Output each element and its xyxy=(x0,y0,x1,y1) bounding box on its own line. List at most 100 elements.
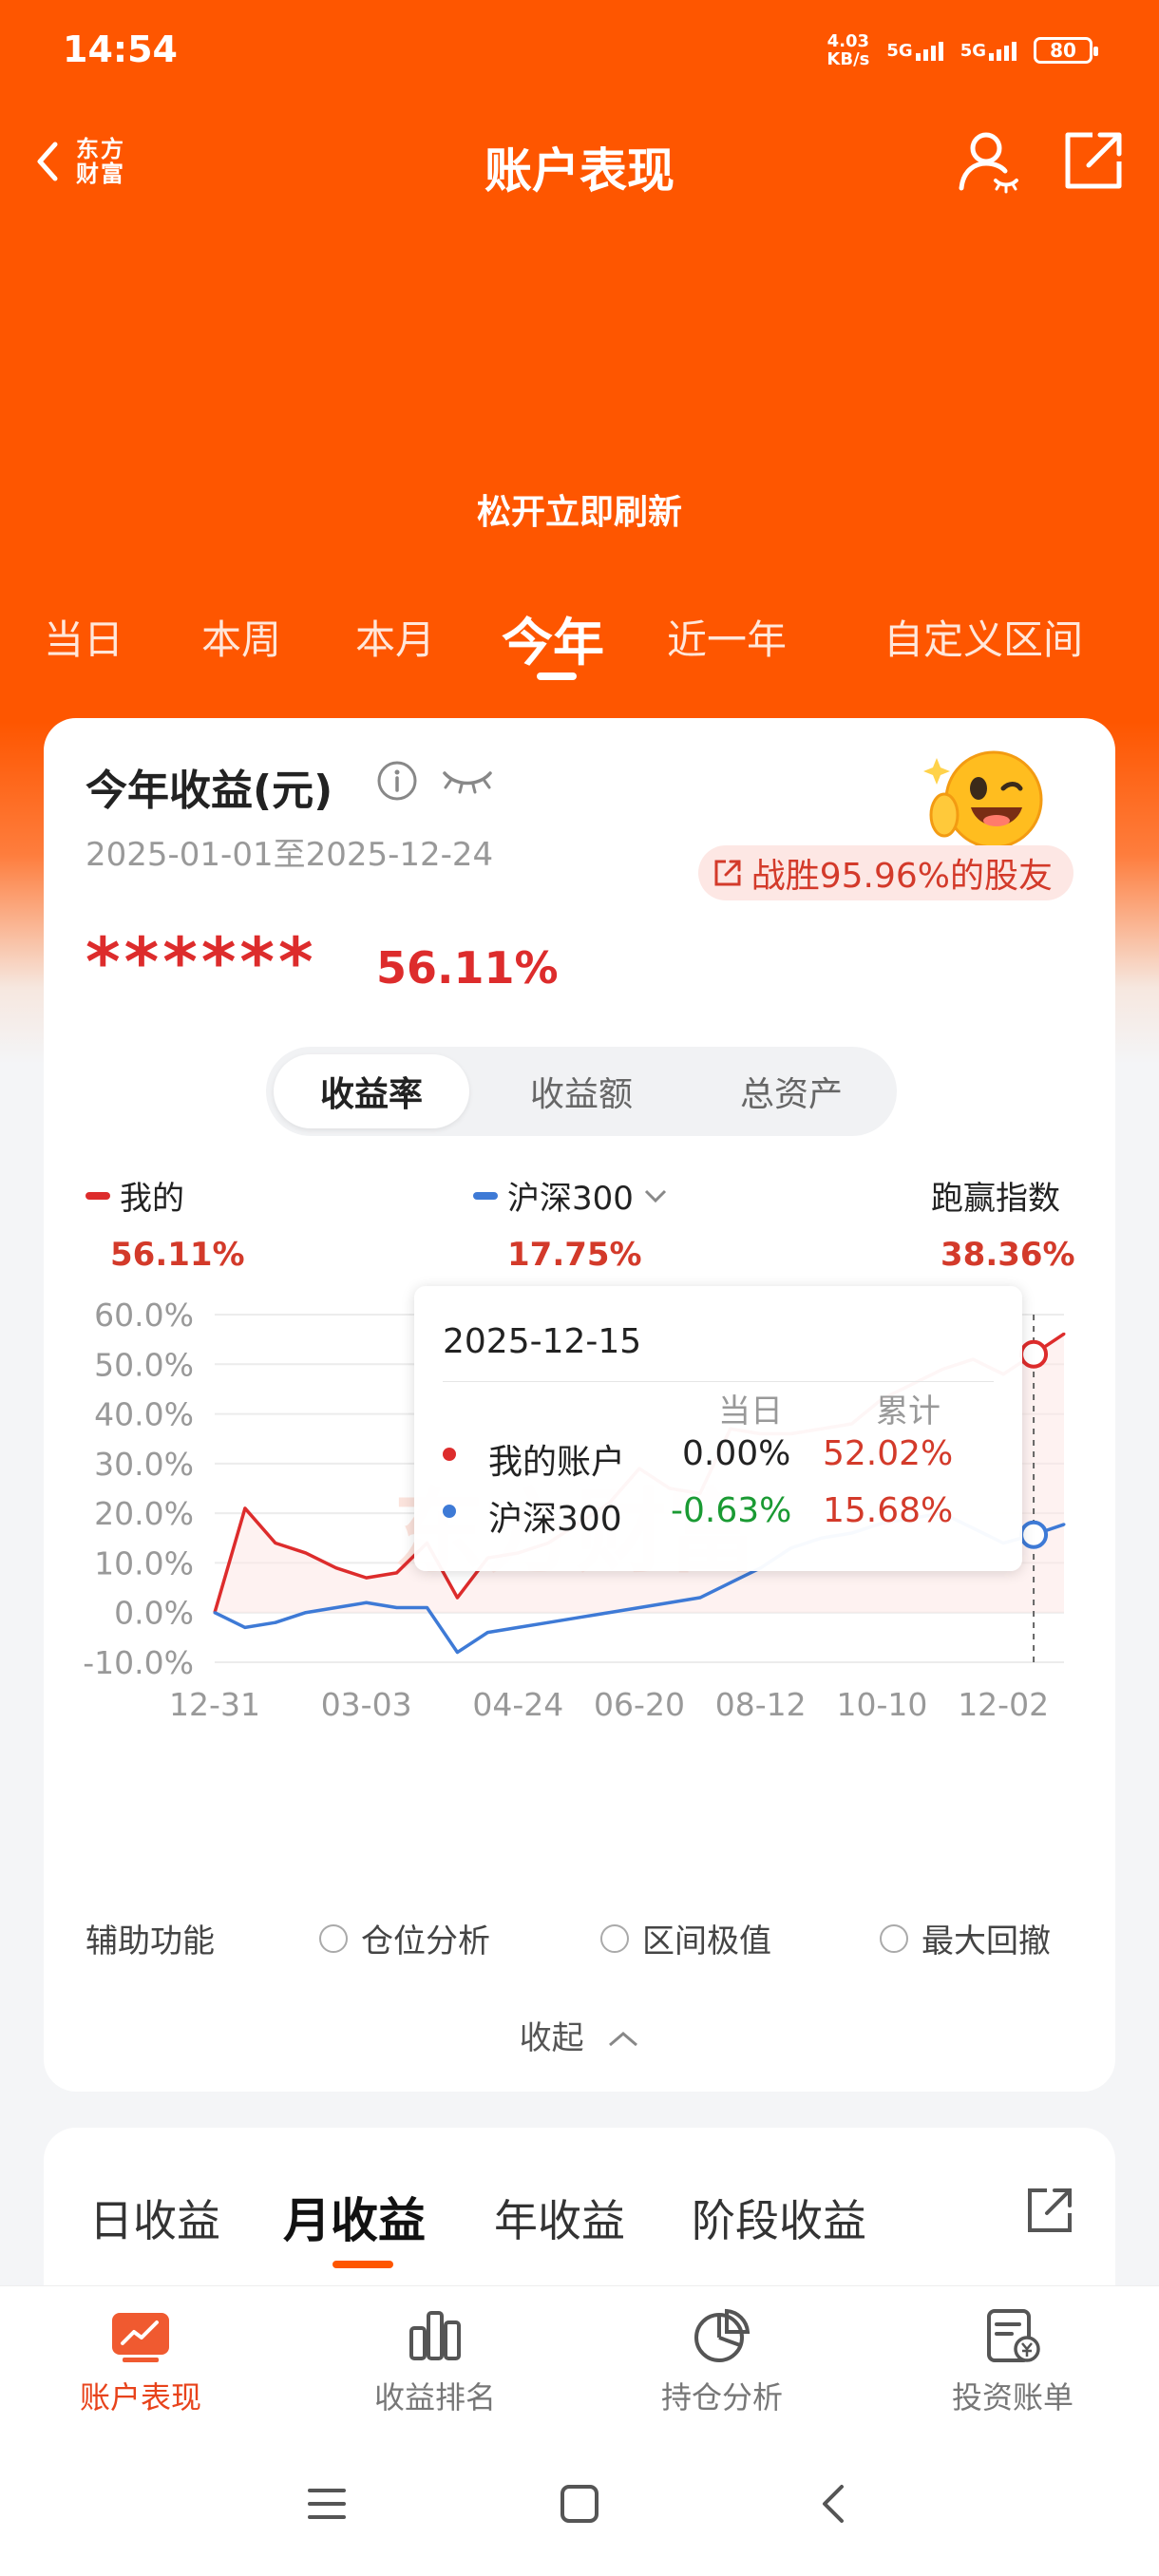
nav-investment-statement[interactable]: 投资账单 xyxy=(908,2307,1117,2417)
tab-week[interactable]: 本周 xyxy=(201,608,281,666)
segment-total-assets[interactable]: 总资产 xyxy=(694,1054,889,1128)
status-icons: 4.03 KB/s 5G 5G 80 xyxy=(826,32,1098,68)
share-icon[interactable] xyxy=(1060,125,1129,194)
tab-past-year[interactable]: 近一年 xyxy=(667,608,787,666)
data-point xyxy=(395,1605,399,1609)
y-tick-label: -10.0% xyxy=(83,1644,194,1681)
tab-month[interactable]: 本月 xyxy=(355,608,435,666)
y-tick-label: 60.0% xyxy=(94,1297,194,1334)
data-point xyxy=(304,1611,308,1615)
x-tick-label: 04-24 xyxy=(472,1686,563,1723)
y-tick-label: 20.0% xyxy=(94,1495,194,1532)
tooltip-date: 2025-12-15 xyxy=(443,1322,642,1361)
return-percent: 56.11% xyxy=(376,942,559,994)
x-tick-label: 03-03 xyxy=(321,1686,412,1723)
legend-mine: 我的 56.11% xyxy=(86,1172,245,1274)
data-point xyxy=(365,1576,369,1580)
tooltip-row2-name: 沪深300 xyxy=(488,1500,622,1539)
period-tabs: 当日 本周 本月 今年 近一年 自定义区间 xyxy=(0,608,1159,684)
data-point xyxy=(243,1625,247,1629)
chart-tooltip: 2025-12-15 当日 累计 我的账户 0.00% 52.02% 沪深300… xyxy=(414,1286,1022,1571)
data-point xyxy=(334,1605,338,1609)
data-point xyxy=(304,1551,308,1555)
signal-icon: 5G xyxy=(960,41,1016,61)
option-max-drawdown[interactable]: 最大回撤 xyxy=(880,1915,1051,1961)
crosshair-marker xyxy=(1019,1339,1049,1369)
metric-segmented-control: 收益率 收益额 总资产 xyxy=(266,1047,897,1136)
data-point xyxy=(1062,1332,1066,1335)
index-value: 17.75% xyxy=(507,1236,642,1274)
collapse-button[interactable]: 收起 xyxy=(44,2012,1115,2058)
option-range-extreme[interactable]: 区间极值 xyxy=(600,1915,771,1961)
system-nav-bar xyxy=(0,2453,1159,2576)
radio-icon xyxy=(880,1923,908,1953)
data-point xyxy=(546,1620,550,1624)
segment-return-rate[interactable]: 收益率 xyxy=(274,1054,469,1128)
trend-chart-icon xyxy=(112,2313,169,2362)
returns-title: 今年收益(元) xyxy=(86,767,333,815)
x-tick-label: 12-31 xyxy=(169,1686,260,1723)
bottom-navigation: 账户表现 收益排名 持仓分析 投资账单 xyxy=(0,2285,1159,2453)
crosshair-marker xyxy=(1019,1520,1049,1549)
data-point xyxy=(274,1620,277,1624)
option-position-analysis[interactable]: 仓位分析 xyxy=(319,1915,490,1961)
data-point xyxy=(334,1566,338,1570)
aux-label: 辅助功能 xyxy=(86,1923,215,1960)
user-icon[interactable] xyxy=(954,125,1022,194)
tooltip-col-total: 累计 xyxy=(876,1392,940,1430)
status-time: 14:54 xyxy=(63,28,178,70)
returns-tab-indicator xyxy=(332,2261,393,2268)
active-tab-indicator xyxy=(537,672,577,680)
back-nav-icon[interactable] xyxy=(811,2481,857,2527)
data-point xyxy=(668,1601,672,1604)
pie-chart-icon xyxy=(694,2308,750,2362)
tooltip-row1-day: 0.00% xyxy=(682,1434,791,1473)
tooltip-row2-total: 15.68% xyxy=(823,1491,954,1530)
mine-dot xyxy=(443,1448,456,1461)
nav-holdings-analysis[interactable]: 持仓分析 xyxy=(618,2307,826,2417)
data-point xyxy=(1062,1523,1066,1526)
winking-emoji-icon xyxy=(923,750,1043,849)
data-point xyxy=(577,1616,580,1619)
data-point xyxy=(607,1611,611,1615)
radio-icon xyxy=(600,1923,629,1953)
bill-icon xyxy=(987,2309,1040,2362)
tab-this-year[interactable]: 今年 xyxy=(502,600,604,675)
pull-refresh-hint: 松开立即刷新 xyxy=(476,493,682,532)
menu-icon[interactable] xyxy=(304,2481,350,2527)
tab-custom-range[interactable]: 自定义区间 xyxy=(884,608,1083,666)
y-tick-label: 50.0% xyxy=(94,1346,194,1383)
tab-daily-returns[interactable]: 日收益 xyxy=(89,2187,220,2249)
x-tick-label: 12-02 xyxy=(958,1686,1049,1723)
legend-beat-index: 跑赢指数 38.36% xyxy=(931,1180,1075,1274)
info-icon[interactable] xyxy=(376,760,418,802)
nav-return-ranking[interactable]: 收益排名 xyxy=(331,2307,540,2417)
data-point xyxy=(395,1571,399,1575)
tooltip-row2-day: -0.63% xyxy=(671,1491,792,1530)
data-point xyxy=(455,1596,459,1600)
chevron-up-icon xyxy=(609,2032,638,2047)
share-icon[interactable] xyxy=(1024,2185,1075,2236)
beat-peers-badge[interactable]: 战胜95.96%的股友 xyxy=(697,845,1074,900)
tab-monthly-returns[interactable]: 月收益 xyxy=(283,2183,426,2251)
data-point xyxy=(213,1611,217,1615)
data-point xyxy=(365,1601,369,1604)
signal-icon: 5G xyxy=(886,41,943,61)
segment-return-amount[interactable]: 收益额 xyxy=(484,1054,679,1128)
home-icon[interactable] xyxy=(557,2481,602,2527)
data-point xyxy=(729,1581,732,1584)
tab-today[interactable]: 当日 xyxy=(44,608,124,666)
beat-index-value: 38.36% xyxy=(940,1236,1075,1274)
eye-closed-icon[interactable] xyxy=(441,766,494,798)
mine-value: 56.11% xyxy=(110,1236,245,1274)
data-point xyxy=(426,1605,428,1609)
tab-stage-returns[interactable]: 阶段收益 xyxy=(692,2187,866,2249)
tooltip-col-day: 当日 xyxy=(718,1392,783,1430)
tab-yearly-returns[interactable]: 年收益 xyxy=(494,2187,625,2249)
y-tick-label: 30.0% xyxy=(94,1446,194,1483)
masked-amount: ****** xyxy=(86,923,317,1001)
nav-account-performance[interactable]: 账户表现 xyxy=(36,2307,245,2417)
data-point xyxy=(637,1605,641,1609)
data-point xyxy=(243,1506,247,1510)
legend-index[interactable]: 沪深300 17.75% xyxy=(473,1172,668,1274)
